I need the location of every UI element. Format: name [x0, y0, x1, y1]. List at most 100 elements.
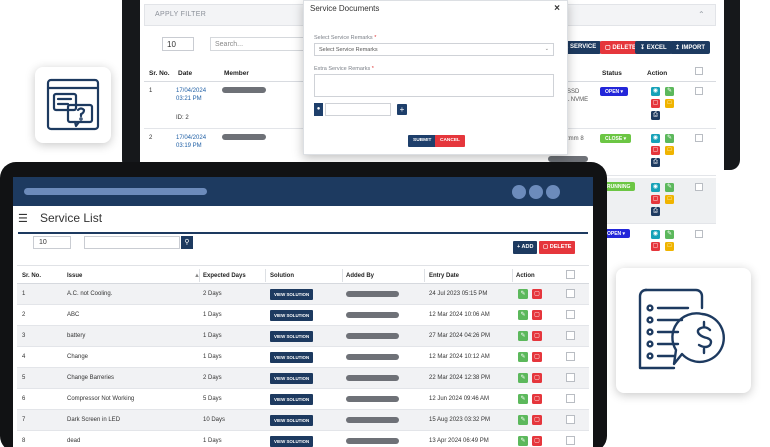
col-status[interactable]: Status: [602, 70, 622, 77]
col-added-by[interactable]: Added By: [346, 273, 374, 279]
delete-icon[interactable]: ▢: [532, 415, 542, 425]
row-entry-date: 12 Mar 2024 10:12 AM: [429, 354, 490, 360]
col-sr[interactable]: Sr. No.: [149, 70, 170, 77]
edit-icon[interactable]: ✎: [665, 183, 674, 192]
search-icon[interactable]: ⚲: [181, 236, 193, 249]
excel-button[interactable]: ↧ EXCEL: [635, 41, 672, 54]
status-badge[interactable]: RUNNING: [602, 182, 636, 191]
page-length-select[interactable]: 10: [33, 236, 71, 249]
download-icon: ↧: [640, 45, 646, 51]
edit-icon[interactable]: ✎: [518, 331, 528, 341]
header-dot[interactable]: [512, 185, 526, 199]
row-checkbox[interactable]: [566, 352, 575, 361]
copy-icon[interactable]: □: [665, 146, 674, 155]
row-sr: 3: [22, 333, 26, 339]
delete-icon[interactable]: ▢: [532, 289, 542, 299]
search-input[interactable]: Search...: [210, 37, 305, 51]
delete-icon[interactable]: ▢: [651, 99, 660, 108]
delete-icon[interactable]: ▢: [532, 436, 542, 446]
delete-icon[interactable]: ▢: [651, 146, 660, 155]
edit-icon[interactable]: ✎: [518, 373, 528, 383]
row-checkbox[interactable]: [695, 87, 703, 95]
edit-icon[interactable]: ✎: [665, 87, 674, 96]
col-expected-days[interactable]: Expected Days: [203, 273, 246, 279]
edit-icon[interactable]: ✎: [518, 289, 528, 299]
extra-remarks-textarea[interactable]: [314, 74, 554, 97]
print-icon[interactable]: ⎙: [651, 207, 660, 216]
copy-icon[interactable]: □: [665, 242, 674, 251]
col-entry-date[interactable]: Entry Date: [429, 273, 459, 279]
hamburger-menu-icon[interactable]: ☰: [18, 212, 28, 225]
view-solution-button[interactable]: VIEW SOLUTION: [270, 289, 314, 300]
row-checkbox[interactable]: [566, 373, 575, 382]
delete-icon[interactable]: ▢: [532, 394, 542, 404]
print-icon[interactable]: ⎙: [651, 111, 660, 120]
edit-icon[interactable]: ✎: [665, 134, 674, 143]
view-solution-button[interactable]: VIEW SOLUTION: [270, 331, 314, 342]
delete-icon[interactable]: ▢: [532, 373, 542, 383]
select-all-checkbox[interactable]: [695, 67, 703, 75]
import-button[interactable]: ↥ IMPORT: [670, 41, 711, 54]
col-sr[interactable]: Sr. No.: [22, 273, 41, 279]
print-icon[interactable]: ⎙: [651, 158, 660, 167]
copy-icon[interactable]: □: [665, 195, 674, 204]
edit-icon[interactable]: ✎: [518, 394, 528, 404]
add-button[interactable]: + ADD: [513, 241, 538, 254]
col-member[interactable]: Member: [224, 70, 249, 77]
row-checkbox[interactable]: [695, 134, 703, 142]
row-time-value: 03:21 PM: [176, 96, 202, 102]
status-badge[interactable]: OPEN ▾: [600, 87, 629, 96]
copy-icon[interactable]: □: [665, 99, 674, 108]
col-issue[interactable]: Issue: [67, 273, 82, 279]
add-file-button[interactable]: +: [397, 104, 407, 115]
status-badge[interactable]: CLOSE ▾: [600, 134, 632, 143]
row-expected-days: 1 Days: [203, 333, 222, 339]
select-all-checkbox[interactable]: [566, 270, 575, 279]
edit-icon[interactable]: ✎: [518, 310, 528, 320]
header-dot[interactable]: [546, 185, 560, 199]
row-checkbox[interactable]: [566, 394, 575, 403]
delete-icon[interactable]: ▢: [532, 310, 542, 320]
view-icon[interactable]: ◉: [651, 230, 660, 239]
edit-icon[interactable]: ✎: [665, 230, 674, 239]
view-solution-button[interactable]: VIEW SOLUTION: [270, 310, 314, 321]
cancel-button[interactable]: CANCEL: [435, 135, 465, 147]
row-checkbox[interactable]: [566, 415, 575, 424]
delete-icon[interactable]: ▢: [651, 195, 660, 204]
chevron-up-icon[interactable]: ⌃: [698, 10, 705, 19]
edit-icon[interactable]: ✎: [518, 352, 528, 362]
edit-icon[interactable]: ✎: [518, 436, 528, 446]
user-icon[interactable]: ●: [314, 103, 323, 116]
delete-icon[interactable]: ▢: [651, 242, 660, 251]
row-checkbox[interactable]: [566, 331, 575, 340]
edit-icon[interactable]: ✎: [518, 415, 528, 425]
row-issue: battery: [67, 333, 86, 339]
view-solution-button[interactable]: VIEW SOLUTION: [270, 436, 314, 447]
row-checkbox[interactable]: [566, 436, 575, 445]
view-solution-button[interactable]: VIEW SOLUTION: [270, 373, 314, 384]
row-entry-date: 15 Aug 2023 03:32 PM: [429, 417, 491, 423]
view-icon[interactable]: ◉: [651, 87, 660, 96]
search-input[interactable]: [84, 236, 180, 249]
submit-button[interactable]: SUBMIT: [408, 135, 437, 147]
view-icon[interactable]: ◉: [651, 183, 660, 192]
view-solution-button[interactable]: VIEW SOLUTION: [270, 415, 314, 426]
view-icon[interactable]: ◉: [651, 134, 660, 143]
row-checkbox[interactable]: [695, 183, 703, 191]
view-solution-button[interactable]: VIEW SOLUTION: [270, 352, 314, 363]
page-length-select[interactable]: 10: [162, 37, 194, 51]
delete-icon[interactable]: ▢: [532, 352, 542, 362]
file-input[interactable]: [325, 103, 391, 116]
delete-button[interactable]: ▢ DELETE: [539, 241, 576, 254]
delete-icon[interactable]: ▢: [532, 331, 542, 341]
col-solution[interactable]: Solution: [270, 273, 294, 279]
col-date[interactable]: Date: [178, 70, 192, 77]
row-checkbox[interactable]: [695, 230, 703, 238]
close-icon[interactable]: ×: [554, 3, 560, 14]
row-checkbox[interactable]: [566, 289, 575, 298]
header-dot[interactable]: [529, 185, 543, 199]
trash-icon: ▢: [543, 244, 549, 250]
row-checkbox[interactable]: [566, 310, 575, 319]
view-solution-button[interactable]: VIEW SOLUTION: [270, 394, 314, 405]
service-remarks-select[interactable]: Select Service Remarks ⌄: [314, 43, 554, 56]
